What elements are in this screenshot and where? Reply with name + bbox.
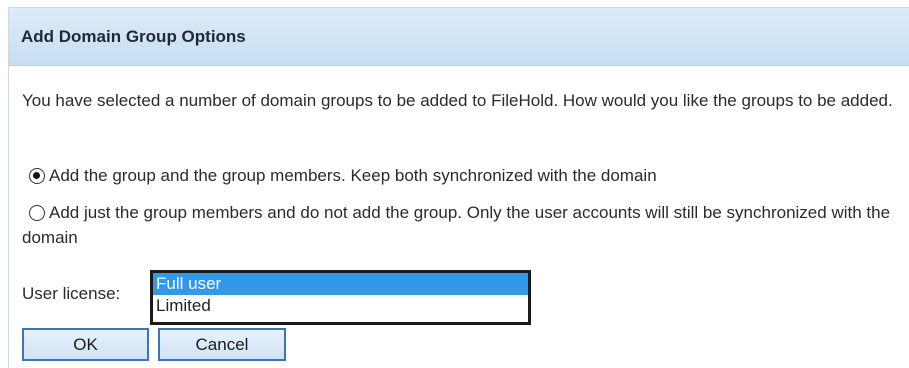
user-license-label: User license:	[22, 284, 121, 303]
license-option-full-user[interactable]: Full user	[153, 273, 528, 295]
option-label: Add just the group members and do not ad…	[22, 203, 891, 247]
radio-unchecked-icon[interactable]	[29, 205, 45, 221]
dialog-prompt: You have selected a number of domain gro…	[22, 91, 893, 110]
user-license-listbox[interactable]: Full user Limited	[150, 270, 531, 325]
dialog-titlebar: Add Domain Group Options	[9, 8, 909, 66]
option-add-members-only[interactable]: Add just the group members and do not ad…	[22, 200, 897, 250]
ok-button[interactable]: OK	[22, 328, 149, 361]
option-add-group-and-members[interactable]: Add the group and the group members. Kee…	[22, 163, 897, 188]
dialog-title: Add Domain Group Options	[21, 26, 246, 46]
license-option-limited[interactable]: Limited	[153, 295, 528, 317]
cancel-button[interactable]: Cancel	[158, 328, 286, 361]
option-label: Add the group and the group members. Kee…	[49, 166, 657, 185]
radio-checked-icon[interactable]	[29, 168, 45, 184]
add-domain-group-options-dialog: Add Domain Group Options You have select…	[8, 7, 909, 368]
